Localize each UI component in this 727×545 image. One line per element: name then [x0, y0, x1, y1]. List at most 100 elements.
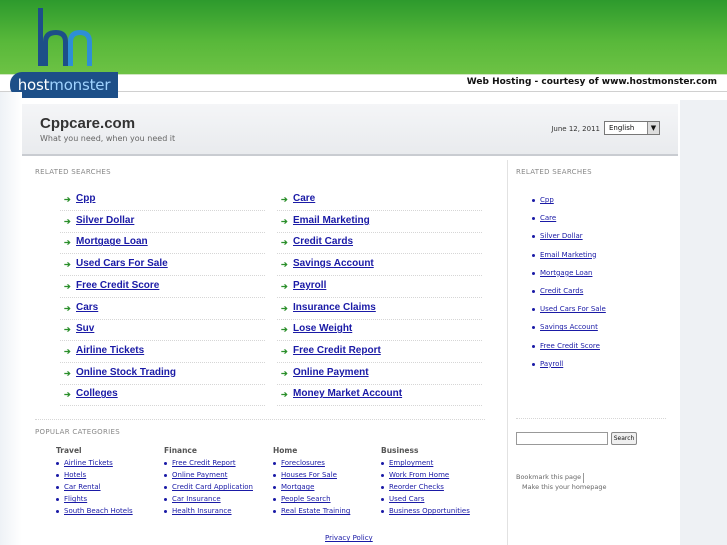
related-search-item[interactable]: ➔ Colleges [64, 388, 264, 404]
sidebar-link-care[interactable]: Care [540, 214, 556, 222]
related-search-item[interactable]: ➔ Airline Tickets [64, 345, 264, 361]
category-item[interactable]: South Beach Hotels [56, 507, 166, 518]
sidebar-item[interactable]: Silver Dollar [532, 232, 672, 244]
category-item[interactable]: Foreclosures [273, 459, 383, 470]
category-link-business-opportunities[interactable]: Business Opportunities [389, 507, 470, 515]
related-search-item[interactable]: ➔ Suv [64, 323, 264, 339]
related-search-link-email-marketing[interactable]: Email Marketing [293, 215, 370, 226]
related-search-link-care[interactable]: Care [293, 193, 315, 204]
related-search-item[interactable]: ➔ Payroll [281, 280, 481, 296]
homepage-link[interactable]: Make this your homepage [522, 483, 606, 491]
related-search-item[interactable]: ➔ Credit Cards [281, 236, 481, 252]
related-search-item[interactable]: ➔ Cpp [64, 193, 264, 209]
category-item[interactable]: Hotels [56, 471, 166, 482]
related-search-link-cars[interactable]: Cars [76, 302, 98, 313]
related-search-link-online-stock-trading[interactable]: Online Stock Trading [76, 367, 176, 378]
sidebar-item[interactable]: Savings Account [532, 323, 672, 335]
sidebar-link-credit-cards[interactable]: Credit Cards [540, 287, 583, 295]
sidebar-item[interactable]: Mortgage Loan [532, 269, 672, 281]
category-link-credit-card-application[interactable]: Credit Card Application [172, 483, 253, 491]
sidebar-link-free-credit-score[interactable]: Free Credit Score [540, 342, 600, 350]
sidebar-item[interactable]: Credit Cards [532, 287, 672, 299]
search-button[interactable]: Search [611, 432, 637, 445]
sidebar-link-mortgage-loan[interactable]: Mortgage Loan [540, 269, 592, 277]
category-item[interactable]: Reorder Checks [381, 483, 491, 494]
category-item[interactable]: Health Insurance [164, 507, 274, 518]
related-search-link-savings-account[interactable]: Savings Account [293, 258, 374, 269]
sidebar-item[interactable]: Used Cars For Sale [532, 305, 672, 317]
hostmonster-logo[interactable]: hostmonster [10, 8, 118, 98]
related-search-item[interactable]: ➔ Savings Account [281, 258, 481, 274]
related-search-item[interactable]: ➔ Cars [64, 302, 264, 318]
category-item[interactable]: Business Opportunities [381, 507, 491, 518]
category-item[interactable]: Car Insurance [164, 495, 274, 506]
related-search-link-payroll[interactable]: Payroll [293, 280, 326, 291]
related-search-link-used-cars-for-sale[interactable]: Used Cars For Sale [76, 258, 168, 269]
sidebar-item[interactable]: Payroll [532, 360, 672, 372]
related-search-link-free-credit-report[interactable]: Free Credit Report [293, 345, 381, 356]
category-item[interactable]: Credit Card Application [164, 483, 274, 494]
category-link-reorder-checks[interactable]: Reorder Checks [389, 483, 444, 491]
related-search-link-online-payment[interactable]: Online Payment [293, 367, 369, 378]
category-link-south-beach-hotels[interactable]: South Beach Hotels [64, 507, 133, 515]
privacy-policy-anchor[interactable]: Privacy Policy [325, 534, 373, 542]
category-link-work-from-home[interactable]: Work From Home [389, 471, 449, 479]
category-link-houses-for-sale[interactable]: Houses For Sale [281, 471, 337, 479]
sidebar-item[interactable]: Free Credit Score [532, 342, 672, 354]
category-link-foreclosures[interactable]: Foreclosures [281, 459, 325, 467]
sidebar-link-payroll[interactable]: Payroll [540, 360, 563, 368]
related-search-link-silver-dollar[interactable]: Silver Dollar [76, 215, 134, 226]
sidebar-link-used-cars-for-sale[interactable]: Used Cars For Sale [540, 305, 606, 313]
category-link-car-insurance[interactable]: Car Insurance [172, 495, 221, 503]
related-search-item[interactable]: ➔ Free Credit Report [281, 345, 481, 361]
related-search-link-credit-cards[interactable]: Credit Cards [293, 236, 353, 247]
related-search-link-suv[interactable]: Suv [76, 323, 94, 334]
category-link-employment[interactable]: Employment [389, 459, 433, 467]
privacy-policy-link[interactable]: Privacy Policy [325, 534, 373, 542]
sidebar-item[interactable]: Cpp [532, 196, 672, 208]
category-link-real-estate-training[interactable]: Real Estate Training [281, 507, 350, 515]
category-link-free-credit-report[interactable]: Free Credit Report [172, 459, 236, 467]
category-link-online-payment[interactable]: Online Payment [172, 471, 227, 479]
related-search-link-mortgage-loan[interactable]: Mortgage Loan [76, 236, 148, 247]
sidebar-item[interactable]: Care [532, 214, 672, 226]
category-item[interactable]: People Search [273, 495, 383, 506]
category-item[interactable]: Real Estate Training [273, 507, 383, 518]
related-search-item[interactable]: ➔ Used Cars For Sale [64, 258, 264, 274]
sidebar-link-savings-account[interactable]: Savings Account [540, 323, 598, 331]
related-search-item[interactable]: ➔ Care [281, 193, 481, 209]
category-item[interactable]: Work From Home [381, 471, 491, 482]
related-search-link-money-market-account[interactable]: Money Market Account [293, 388, 402, 399]
category-link-used-cars[interactable]: Used Cars [389, 495, 424, 503]
category-item[interactable]: Used Cars [381, 495, 491, 506]
related-search-item[interactable]: ➔ Lose Weight [281, 323, 481, 339]
category-item[interactable]: Mortgage [273, 483, 383, 494]
category-link-car-rental[interactable]: Car Rental [64, 483, 101, 491]
related-search-item[interactable]: ➔ Free Credit Score [64, 280, 264, 296]
category-link-airline-tickets[interactable]: Airline Tickets [64, 459, 113, 467]
related-search-item[interactable]: ➔ Email Marketing [281, 215, 481, 231]
sidebar-item[interactable]: Email Marketing [532, 251, 672, 263]
related-search-item[interactable]: ➔ Mortgage Loan [64, 236, 264, 252]
language-select[interactable]: English ▼ [604, 121, 660, 135]
bookmark-link[interactable]: Bookmark this page [516, 473, 581, 481]
related-search-link-airline-tickets[interactable]: Airline Tickets [76, 345, 144, 356]
category-link-health-insurance[interactable]: Health Insurance [172, 507, 232, 515]
search-input[interactable] [516, 432, 608, 445]
related-search-item[interactable]: ➔ Insurance Claims [281, 302, 481, 318]
category-item[interactable]: Employment [381, 459, 491, 470]
category-item[interactable]: Online Payment [164, 471, 274, 482]
category-link-flights[interactable]: Flights [64, 495, 87, 503]
category-item[interactable]: Houses For Sale [273, 471, 383, 482]
category-link-people-search[interactable]: People Search [281, 495, 331, 503]
related-search-link-free-credit-score[interactable]: Free Credit Score [76, 280, 159, 291]
related-search-link-colleges[interactable]: Colleges [76, 388, 118, 399]
sidebar-link-cpp[interactable]: Cpp [540, 196, 554, 204]
category-link-mortgage[interactable]: Mortgage [281, 483, 314, 491]
related-search-item[interactable]: ➔ Online Payment [281, 367, 481, 383]
related-search-link-insurance-claims[interactable]: Insurance Claims [293, 302, 376, 313]
related-search-link-cpp[interactable]: Cpp [76, 193, 95, 204]
category-link-hotels[interactable]: Hotels [64, 471, 86, 479]
sidebar-link-email-marketing[interactable]: Email Marketing [540, 251, 597, 259]
category-item[interactable]: Flights [56, 495, 166, 506]
